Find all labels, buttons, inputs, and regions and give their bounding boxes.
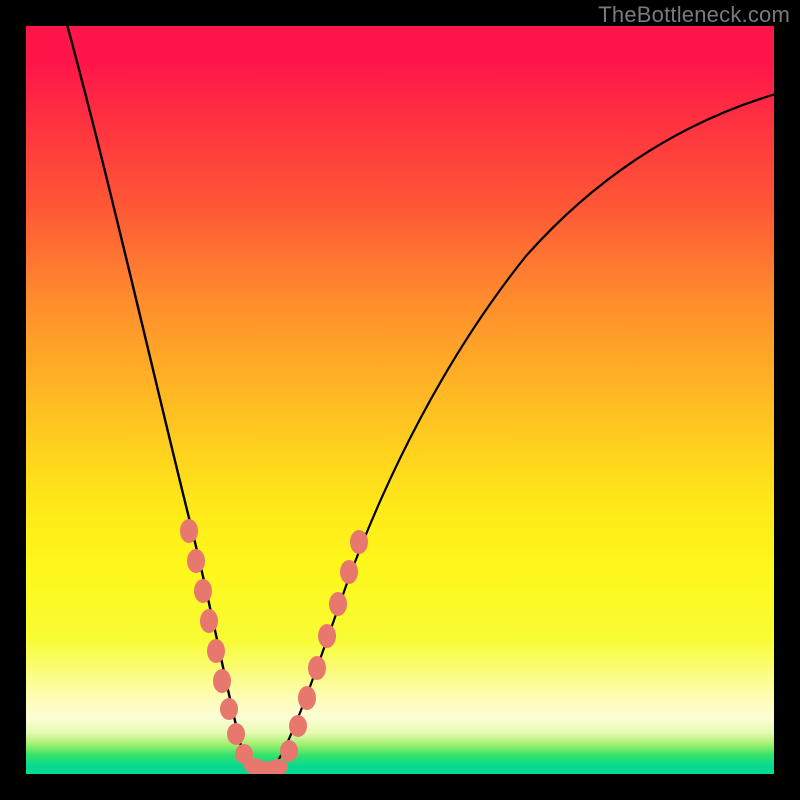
marker-dot [308,656,326,680]
marker-dot [329,592,347,616]
marker-dot [220,698,238,720]
marker-dot [207,639,225,663]
marker-dot [213,669,231,693]
watermark-text: TheBottleneck.com [598,2,790,28]
marker-dot [187,549,205,573]
chart-outer: TheBottleneck.com [0,0,800,800]
marker-dot [289,715,307,737]
marker-dot [200,609,218,633]
marker-dot [227,723,245,745]
scatter-points [180,519,368,774]
marker-dot [318,624,336,648]
marker-dot [180,519,198,543]
marker-dot [298,686,316,710]
plot-area [26,26,774,774]
scatter-layer [26,26,774,774]
marker-dot [340,560,358,584]
marker-dot [280,740,298,762]
marker-dot [268,759,288,774]
marker-dot [194,579,212,603]
marker-dot [350,530,368,554]
